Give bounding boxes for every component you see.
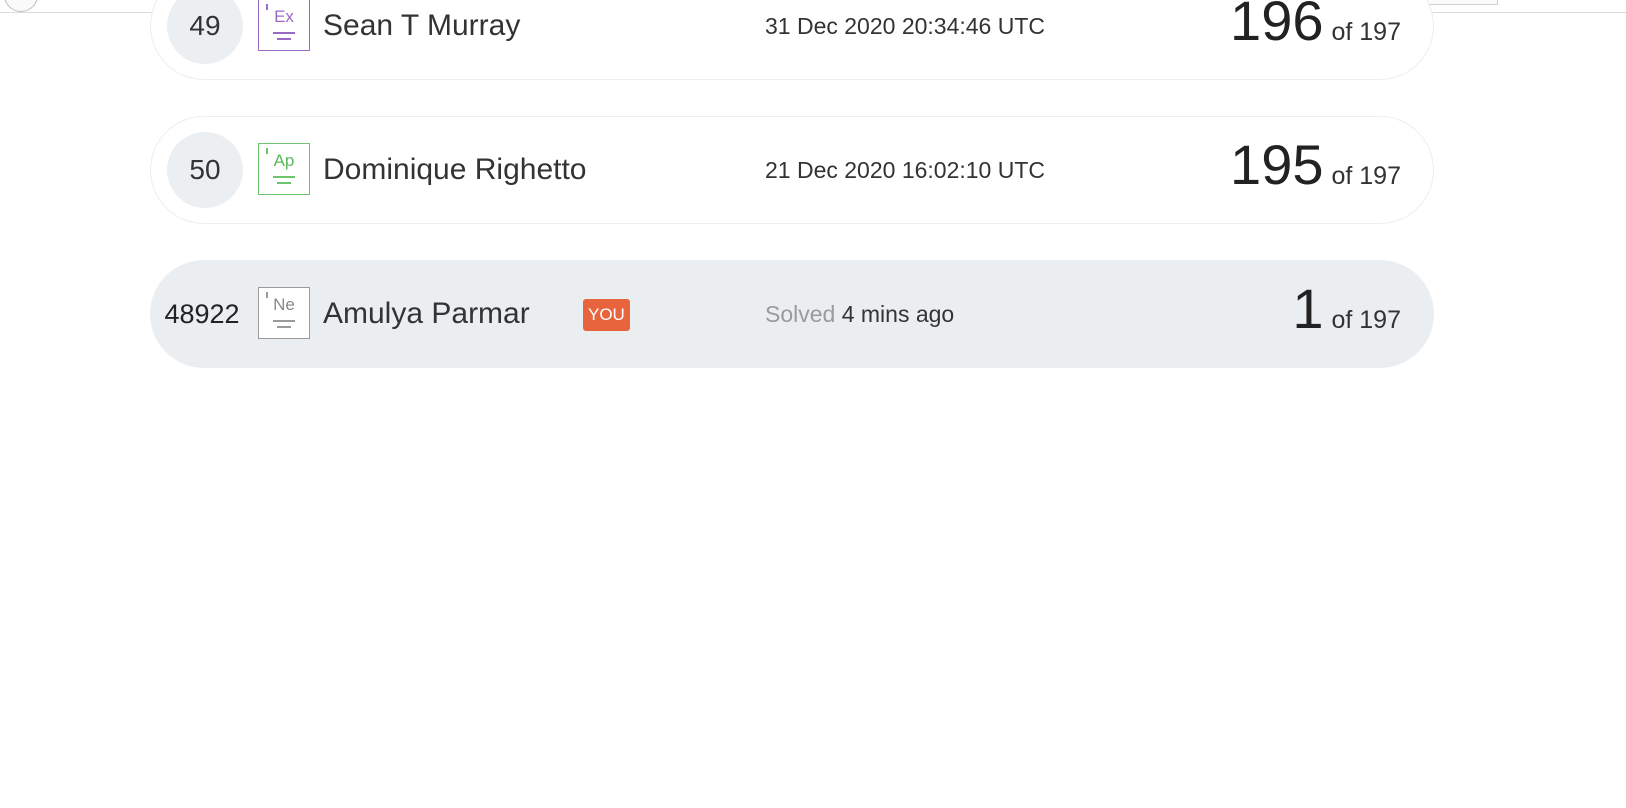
user-name[interactable]: Dominique Righetto — [323, 153, 586, 187]
solved-label: Solved — [765, 301, 836, 327]
user-name[interactable]: Sean T Murray — [323, 9, 520, 43]
score-total: of 197 — [1331, 306, 1401, 334]
user-name[interactable]: Amulya Parmar — [323, 297, 530, 331]
element-badge-icon: Ap — [258, 143, 310, 195]
solved-time: 4 mins ago — [841, 301, 955, 327]
score-value: 195 — [1230, 133, 1324, 196]
score-value: 1 — [1292, 277, 1324, 340]
element-badge-symbol: Ex — [274, 7, 294, 26]
score-total: of 197 — [1331, 162, 1401, 190]
browser-back-button[interactable] — [4, 0, 38, 12]
element-badge-symbol: Ap — [273, 151, 295, 170]
score: 196 of 197 — [1230, 0, 1401, 53]
current-user-row[interactable]: 48922 Ne Amulya Parmar YOU Solved 4 mins… — [150, 260, 1434, 368]
solved-status: Solved 4 mins ago — [765, 301, 954, 328]
you-badge: YOU — [583, 299, 630, 331]
element-badge-symbol: Ne — [273, 295, 295, 314]
rank-badge: 49 — [167, 0, 243, 64]
leaderboard-row[interactable]: 49 Ex Sean T Murray 31 Dec 2020 20:34:46… — [150, 0, 1434, 80]
element-badge-icon: Ne — [258, 287, 310, 339]
leaderboard-row[interactable]: 50 Ap Dominique Righetto 21 Dec 2020 16:… — [150, 116, 1434, 224]
solved-timestamp: 31 Dec 2020 20:34:46 UTC — [765, 13, 1046, 39]
score: 195 of 197 — [1230, 133, 1401, 197]
score: 1 of 197 — [1292, 277, 1401, 341]
rank-badge: 50 — [167, 132, 243, 208]
element-badge-icon: Ex — [258, 0, 310, 51]
score-total: of 197 — [1331, 18, 1401, 46]
score-value: 196 — [1230, 0, 1324, 52]
solved-timestamp: 21 Dec 2020 16:02:10 UTC — [765, 157, 1046, 183]
rank-number: 48922 — [164, 298, 240, 329]
